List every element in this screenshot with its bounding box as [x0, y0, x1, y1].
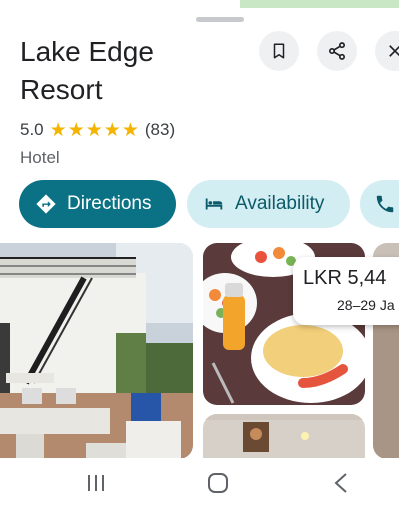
stay-dates: 28–29 Ja [337, 297, 395, 313]
call-button[interactable] [360, 180, 399, 228]
back-icon[interactable] [333, 472, 349, 494]
interior-image [203, 414, 365, 458]
photo-interior[interactable] [203, 414, 365, 458]
system-navigation-bar [0, 458, 399, 512]
rating-value: 5.0 [20, 120, 44, 139]
bed-icon [205, 198, 223, 210]
rating-row[interactable]: 5.0 ★ ★ ★ ★ ★ (83) [20, 120, 175, 140]
availability-label: Availability [235, 193, 325, 214]
star-icon: ★ [67, 119, 85, 141]
directions-label: Directions [67, 193, 152, 214]
drag-handle[interactable] [196, 17, 244, 22]
save-button[interactable] [259, 31, 299, 71]
directions-button[interactable]: Directions [19, 180, 176, 228]
place-name-line2: Resort [20, 74, 103, 105]
share-icon [329, 42, 345, 60]
review-count: (83) [144, 120, 176, 139]
exterior-image [0, 243, 193, 458]
star-rating: ★ ★ ★ ★ ★ [50, 121, 139, 140]
star-icon: ★ [121, 119, 139, 141]
star-icon: ★ [103, 119, 121, 141]
place-title: Lake Edge Resort [20, 33, 250, 109]
star-icon: ★ [85, 119, 103, 141]
directions-icon [36, 194, 56, 214]
map-strip [240, 0, 399, 8]
star-icon: ★ [49, 119, 67, 141]
price-card[interactable]: LKR 5,44 28–29 Ja [293, 257, 399, 325]
bookmark-icon [273, 43, 285, 59]
close-button[interactable] [375, 31, 399, 71]
close-icon [389, 45, 399, 57]
place-sheet: Lake Edge Resort 5.0 ★ ★ ★ ★ ★ (83) Hote… [0, 0, 399, 458]
price-text: LKR 5,44 [303, 267, 387, 289]
availability-button[interactable]: Availability [187, 180, 350, 228]
place-name-line1: Lake Edge [20, 36, 154, 67]
share-button[interactable] [317, 31, 357, 71]
home-icon[interactable] [207, 472, 229, 494]
phone-icon [376, 195, 394, 213]
photo-exterior[interactable] [0, 243, 193, 458]
recents-icon[interactable] [84, 473, 108, 493]
place-category: Hotel [20, 148, 60, 167]
